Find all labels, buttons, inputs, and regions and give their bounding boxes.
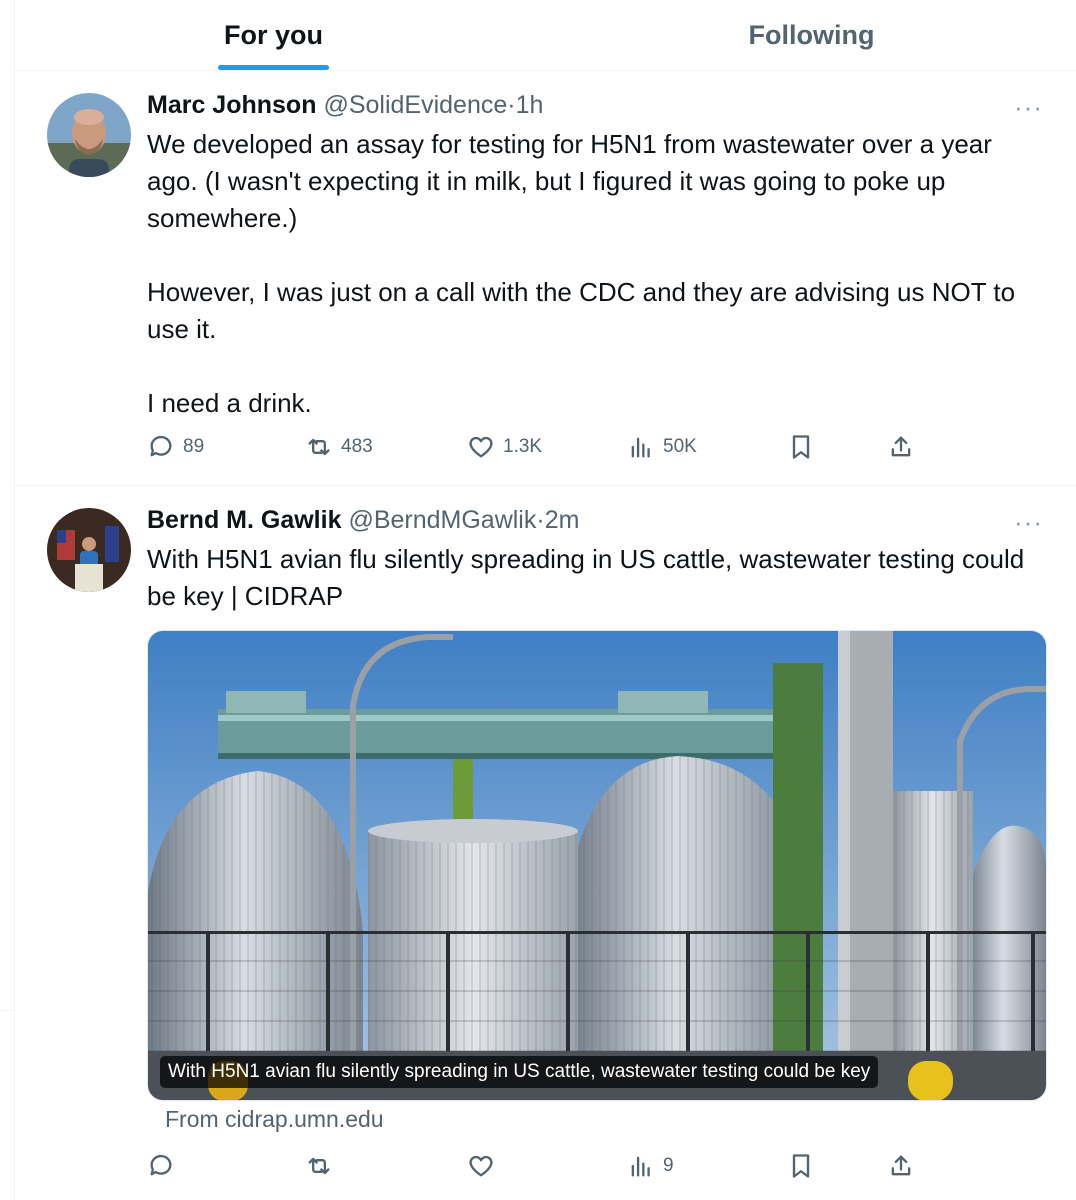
repost-count: 483	[341, 436, 373, 457]
like-button[interactable]	[467, 1150, 495, 1182]
avatar[interactable]	[47, 508, 131, 592]
tweet[interactable]: Bernd M. Gawlik @BerndMGawlik·2m ··· Wit…	[15, 486, 1076, 1200]
author-handle[interactable]: @BerndMGawlik	[348, 506, 536, 534]
share-icon	[891, 436, 911, 457]
timestamp[interactable]: 2m	[545, 506, 580, 534]
avatar-image	[47, 508, 131, 592]
more-options-icon[interactable]: ···	[1014, 509, 1043, 535]
like-button[interactable]: 1.3K	[467, 431, 542, 463]
avatar[interactable]	[47, 93, 131, 177]
timestamp[interactable]: 1h	[516, 91, 544, 119]
like-count: 1.3K	[503, 436, 543, 457]
author-name[interactable]: Marc Johnson	[147, 91, 316, 119]
bookmark-icon	[792, 435, 810, 459]
tweet[interactable]: Marc Johnson @SolidEvidence·1h ··· We de…	[15, 71, 1076, 486]
reply-button[interactable]: 89	[147, 431, 204, 463]
reply-icon	[150, 1154, 172, 1176]
tweet-paragraph: However, I was just on a call with the C…	[147, 277, 1016, 344]
reply-count: 89	[183, 436, 205, 457]
tab-for-you-label: For you	[224, 19, 323, 50]
views-count: 50K	[663, 436, 697, 457]
link-card-image	[148, 631, 1046, 1100]
link-card-caption: With H5N1 avian flu silently spreading i…	[160, 1056, 879, 1088]
sidebar-divider	[0, 1010, 14, 1011]
tweet-header: Bernd M. Gawlik @BerndMGawlik·2m	[147, 504, 579, 536]
bookmark-button[interactable]	[787, 431, 815, 463]
views-button[interactable]: 9	[627, 1150, 674, 1182]
share-icon	[891, 1155, 911, 1176]
tab-following[interactable]: Following	[546, 0, 1076, 70]
tweet-text: With H5N1 avian flu silently spreading i…	[147, 541, 1047, 615]
more-options-icon[interactable]: ···	[1014, 94, 1043, 120]
timeline-column: For you Following Marc Johnson @SolidEvi…	[14, 0, 1076, 1200]
reply-icon	[150, 435, 172, 457]
tweet-text: We developed an assay for testing for H5…	[147, 126, 1047, 422]
reply-button[interactable]	[147, 1150, 175, 1182]
repost-icon	[308, 438, 330, 456]
bookmark-button[interactable]	[787, 1150, 815, 1182]
share-button[interactable]	[887, 1150, 915, 1182]
link-card[interactable]: With H5N1 avian flu silently spreading i…	[147, 630, 1047, 1101]
tweet-actions: 9	[147, 1150, 927, 1182]
separator: ·	[507, 91, 516, 119]
tweet-paragraph: I need a drink.	[147, 388, 312, 418]
tab-following-label: Following	[748, 19, 875, 50]
active-tab-indicator	[218, 65, 329, 70]
bookmark-icon	[792, 1154, 810, 1178]
tweet-header: Marc Johnson @SolidEvidence·1h	[147, 89, 543, 121]
views-icon	[631, 437, 650, 458]
repost-button[interactable]: 483	[305, 431, 373, 463]
like-icon	[469, 1155, 493, 1177]
timeline-tabs: For you Following	[15, 0, 1076, 71]
author-name[interactable]: Bernd M. Gawlik	[147, 506, 341, 534]
like-icon	[469, 436, 493, 458]
views-icon	[631, 1156, 650, 1177]
tab-for-you[interactable]: For you	[15, 0, 546, 70]
link-source[interactable]: From cidrap.umn.edu	[165, 1106, 384, 1133]
tweet-actions: 89 483 1.3K 50K	[147, 431, 927, 463]
repost-button[interactable]	[305, 1150, 333, 1182]
share-button[interactable]	[887, 431, 915, 463]
repost-icon	[308, 1157, 330, 1175]
views-count: 9	[663, 1155, 674, 1176]
author-handle[interactable]: @SolidEvidence	[323, 91, 507, 119]
separator: ·	[536, 506, 545, 534]
tweet-paragraph: We developed an assay for testing for H5…	[147, 129, 992, 233]
views-button[interactable]: 50K	[627, 431, 697, 463]
tweet-paragraph: With H5N1 avian flu silently spreading i…	[147, 544, 1025, 611]
avatar-image	[47, 93, 131, 177]
